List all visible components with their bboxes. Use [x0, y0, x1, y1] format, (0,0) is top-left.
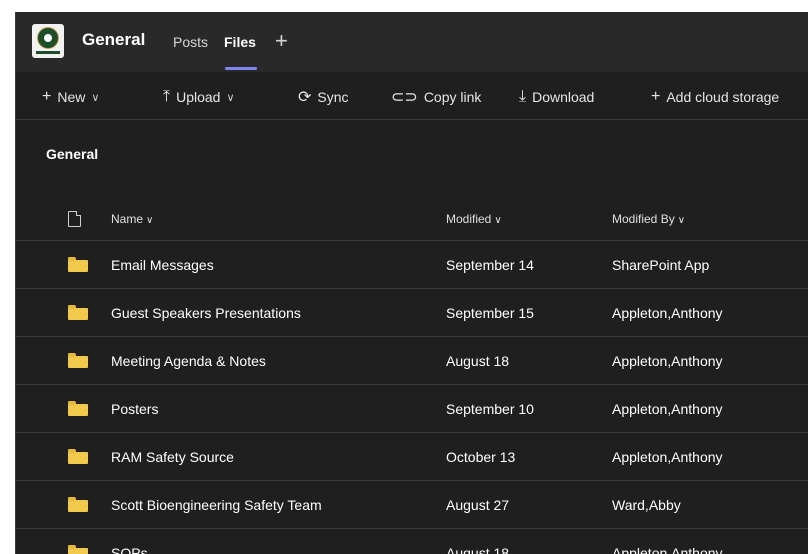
upload-label: Upload	[176, 89, 221, 105]
modified-by: Appleton,Anthony	[612, 353, 723, 369]
modified-by: Appleton,Anthony	[612, 449, 723, 465]
new-label: New	[57, 89, 86, 105]
add-tab-button[interactable]: +	[275, 28, 288, 54]
upload-button[interactable]: ⤒ Upload ∨	[163, 86, 235, 108]
modified-date: August 18	[446, 545, 510, 554]
file-name[interactable]: Guest Speakers Presentations	[111, 305, 301, 321]
team-logo-emblem	[37, 27, 59, 49]
column-header-label: Name	[111, 212, 144, 226]
modified-date: September 10	[446, 401, 534, 417]
table-row[interactable]: Guest Speakers Presentations September 1…	[16, 289, 808, 337]
folder-icon	[68, 497, 88, 512]
modified-date: September 14	[446, 257, 534, 273]
table-row[interactable]: SOPs August 18 Appleton,Anthony	[16, 529, 808, 554]
download-icon: ⤓	[519, 88, 527, 105]
link-icon: ⊂⊃	[391, 89, 418, 106]
modified-date: September 15	[446, 305, 534, 321]
table-row[interactable]: Meeting Agenda & Notes August 18 Appleto…	[16, 337, 808, 385]
file-name[interactable]: Email Messages	[111, 257, 214, 273]
sync-label: Sync	[317, 89, 349, 105]
modified-date: October 13	[446, 449, 516, 465]
modified-date: August 27	[446, 497, 510, 513]
table-row[interactable]: Email Messages September 14 SharePoint A…	[16, 241, 808, 289]
modified-by: Appleton,Anthony	[612, 545, 723, 554]
file-name[interactable]: RAM Safety Source	[111, 449, 234, 465]
column-header-modified[interactable]: Modified ∨	[446, 212, 502, 226]
table-row[interactable]: Scott Bioengineering Safety Team August …	[16, 481, 808, 529]
download-label: Download	[532, 89, 595, 105]
chevron-down-icon: ∨	[146, 215, 154, 226]
add-cloud-storage-label: Add cloud storage	[666, 89, 780, 105]
folder-icon	[68, 449, 88, 464]
toolbar-divider	[16, 119, 808, 120]
plus-icon: +	[42, 88, 52, 105]
sync-button[interactable]: ⟳ Sync	[298, 86, 349, 108]
channel-header: General Posts Files +	[16, 12, 808, 72]
sync-icon: ⟳	[298, 89, 312, 106]
modified-date: August 18	[446, 353, 510, 369]
active-tab-indicator	[225, 67, 257, 70]
table-header: Name ∨ Modified ∨ Modified By ∨	[16, 200, 808, 241]
file-name[interactable]: Meeting Agenda & Notes	[111, 353, 266, 369]
modified-by: SharePoint App	[612, 257, 710, 273]
new-button[interactable]: + New ∨	[42, 86, 99, 108]
copy-link-button[interactable]: ⊂⊃ Copy link	[391, 86, 481, 108]
column-header-label: Modified By	[612, 212, 675, 226]
tab-posts[interactable]: Posts	[173, 34, 208, 50]
breadcrumb[interactable]: General	[46, 146, 98, 162]
modified-by: Ward,Abby	[612, 497, 681, 513]
table-row[interactable]: Posters September 10 Appleton,Anthony	[16, 385, 808, 433]
folder-icon	[68, 401, 88, 416]
chevron-down-icon: ∨	[494, 215, 502, 226]
download-button[interactable]: ⤓ Download	[519, 86, 594, 108]
folder-icon	[68, 545, 88, 554]
add-cloud-storage-button[interactable]: + Add cloud storage	[651, 86, 779, 108]
plus-icon: +	[651, 88, 661, 105]
column-header-modified-by[interactable]: Modified By ∨	[612, 212, 685, 226]
team-logo-strip	[36, 51, 60, 54]
team-logo[interactable]	[32, 24, 64, 58]
file-name[interactable]: Scott Bioengineering Safety Team	[111, 497, 322, 513]
chevron-down-icon: ∨	[677, 215, 686, 226]
file-name[interactable]: Posters	[111, 401, 158, 417]
command-bar: + New ∨ ⤒ Upload ∨ ⟳ Sync ⊂⊃ Copy link ⤓…	[16, 80, 808, 112]
chevron-down-icon: ∨	[91, 91, 100, 104]
copy-link-label: Copy link	[423, 89, 482, 105]
file-type-icon[interactable]	[68, 211, 81, 227]
file-name[interactable]: SOPs	[111, 545, 148, 554]
column-header-name[interactable]: Name ∨	[111, 212, 153, 226]
folder-icon	[68, 257, 88, 272]
files-panel: General Posts Files + + New ∨ ⤒ Upload ∨…	[16, 12, 808, 554]
tab-files[interactable]: Files	[224, 34, 256, 50]
channel-title: General	[82, 30, 146, 49]
table-row[interactable]: RAM Safety Source October 13 Appleton,An…	[16, 433, 808, 481]
folder-icon	[68, 305, 88, 320]
chevron-down-icon: ∨	[226, 91, 235, 104]
modified-by: Appleton,Anthony	[612, 305, 723, 321]
upload-icon: ⤒	[163, 88, 171, 105]
column-header-label: Modified	[446, 212, 492, 226]
folder-icon	[68, 353, 88, 368]
modified-by: Appleton,Anthony	[612, 401, 723, 417]
